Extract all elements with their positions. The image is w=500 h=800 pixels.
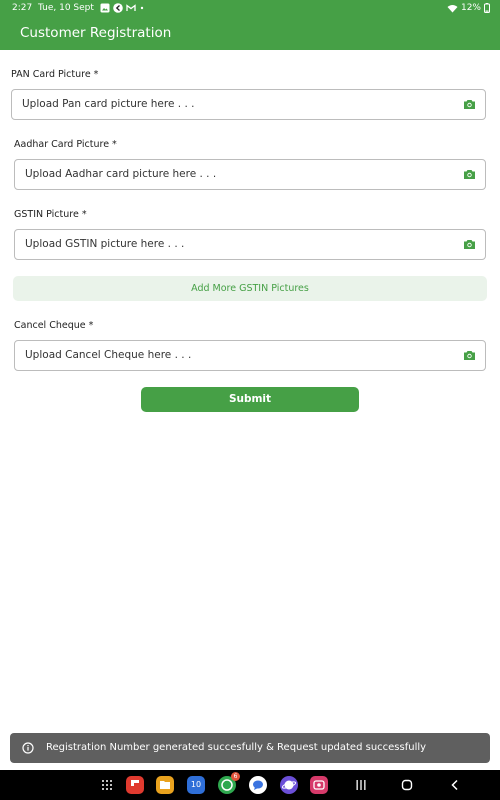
battery-percent: 12% — [460, 3, 481, 13]
app-icon — [113, 3, 123, 13]
info-icon — [22, 742, 34, 754]
add-more-gstin-button[interactable]: Add More GSTIN Pictures — [13, 276, 487, 301]
submit-button[interactable]: Submit — [141, 387, 359, 412]
camera-icon[interactable] — [463, 98, 476, 111]
screen-recorder-icon[interactable] — [310, 776, 328, 794]
gmail-icon — [126, 4, 136, 11]
files-icon[interactable] — [156, 776, 174, 794]
camera-icon[interactable] — [463, 349, 476, 362]
camera-icon[interactable] — [463, 168, 476, 181]
app-bar: 2:27 Tue, 10 Sept 12% Customer Registrat… — [0, 0, 500, 50]
messages-icon[interactable] — [249, 776, 267, 794]
dot-icon — [140, 6, 144, 10]
gstin-upload-field[interactable]: Upload GSTIN picture here . . . — [14, 229, 486, 260]
status-bar: 2:27 Tue, 10 Sept 12% — [0, 0, 500, 16]
aadhar-card-upload-field[interactable]: Upload Aadhar card picture here . . . — [14, 159, 486, 190]
status-right: 12% — [447, 0, 490, 16]
snackbar-message: Registration Number generated succesfull… — [46, 742, 427, 753]
pan-card-label: PAN Card Picture * — [11, 69, 99, 80]
home-button[interactable] — [401, 779, 413, 791]
recents-button[interactable] — [355, 779, 367, 791]
screen: 2:27 Tue, 10 Sept 12% Customer Registrat… — [0, 0, 500, 800]
gstin-placeholder: Upload GSTIN picture here . . . — [25, 238, 185, 250]
aadhar-card-label: Aadhar Card Picture * — [14, 139, 117, 150]
snackbar: Registration Number generated succesfull… — [10, 733, 490, 763]
business-chat-icon[interactable]: 6 — [218, 772, 240, 794]
cancel-cheque-upload-field[interactable]: Upload Cancel Cheque here . . . — [14, 340, 486, 371]
status-notification-icons — [100, 3, 149, 13]
cancel-cheque-placeholder: Upload Cancel Cheque here . . . — [25, 349, 192, 361]
wifi-icon — [447, 4, 458, 12]
notification-badge: 6 — [231, 772, 240, 781]
camera-icon[interactable] — [463, 238, 476, 251]
battery-icon — [484, 3, 490, 13]
pan-card-upload-field[interactable]: Upload Pan card picture here . . . — [11, 89, 486, 120]
aadhar-card-placeholder: Upload Aadhar card picture here . . . — [25, 168, 217, 180]
page-title: Customer Registration — [20, 25, 172, 41]
status-date: Tue, 10 Sept — [38, 3, 94, 13]
flipboard-icon[interactable] — [126, 776, 144, 794]
navigation-bar: 10 6 — [0, 770, 500, 800]
back-button[interactable] — [449, 779, 461, 791]
internet-icon[interactable] — [280, 776, 298, 794]
apps-grid-icon[interactable] — [101, 779, 113, 791]
gallery-icon — [100, 3, 110, 13]
status-time: 2:27 — [12, 3, 33, 13]
calendar-icon[interactable]: 10 — [187, 776, 205, 794]
gstin-label: GSTIN Picture * — [14, 209, 87, 220]
calendar-day: 10 — [190, 780, 202, 789]
cancel-cheque-label: Cancel Cheque * — [14, 320, 94, 331]
pan-card-placeholder: Upload Pan card picture here . . . — [22, 98, 195, 110]
